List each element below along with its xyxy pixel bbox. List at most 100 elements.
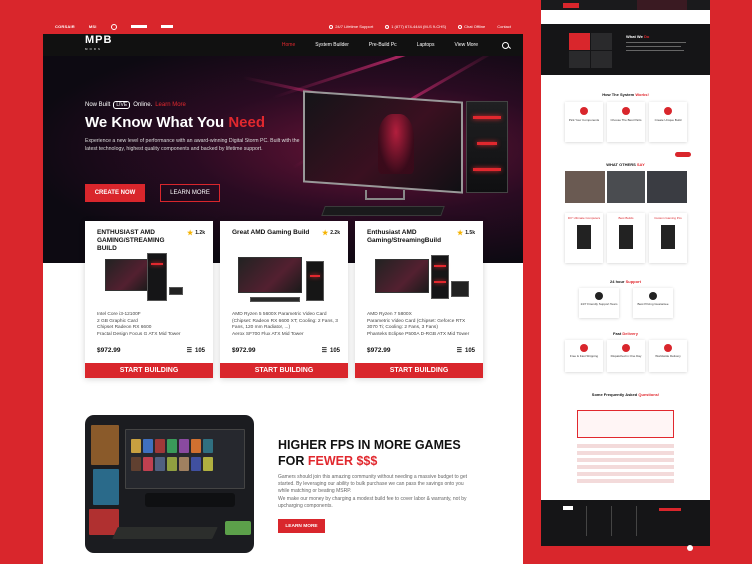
pc-tower-image bbox=[466, 101, 508, 193]
preview-video-thumb bbox=[565, 171, 605, 203]
game-cover bbox=[191, 439, 201, 453]
preview-footer-bar bbox=[541, 546, 710, 556]
preview-build-card: DIY Ultimate Computers bbox=[565, 213, 603, 263]
preview-faq-title: Some Frequently Asked Questions! bbox=[591, 392, 660, 397]
rgb-light bbox=[434, 281, 446, 283]
top-bar: CORSAIR MSI 24/7 Lifetime Support 1 (877… bbox=[43, 19, 523, 34]
product-price: $972.99 bbox=[232, 347, 256, 354]
nav-home[interactable]: Home bbox=[282, 42, 295, 48]
monitor-image bbox=[105, 259, 149, 291]
product-card: Enthusiast AMD Gaming/StreamingBuild ★ 1.… bbox=[355, 221, 483, 378]
chat-link[interactable]: Chat Offline bbox=[458, 24, 485, 29]
preview-footer-column bbox=[636, 506, 648, 536]
game-cover bbox=[167, 457, 177, 471]
build-icon bbox=[664, 107, 672, 115]
preview-tower bbox=[661, 225, 675, 249]
component-box bbox=[169, 287, 183, 295]
fps-heading: HIGHER FPS IN MORE GAMES FOR FEWER $$$ bbox=[278, 438, 461, 468]
live-badge: LIVE bbox=[113, 101, 131, 109]
preview-tile bbox=[591, 51, 612, 68]
star-icon: ★ bbox=[456, 230, 464, 237]
price-tag-icon bbox=[649, 292, 657, 300]
preview-text-line bbox=[626, 46, 681, 47]
product-image bbox=[97, 251, 201, 309]
game-cover bbox=[131, 457, 141, 471]
game-character-art bbox=[378, 114, 414, 174]
game-cover bbox=[93, 469, 119, 505]
partner-brand-logo bbox=[110, 23, 117, 30]
preview-build-card: Best Builds bbox=[607, 213, 645, 263]
dispatch-icon bbox=[622, 344, 630, 352]
fps-description: Gamers should join this amazing communit… bbox=[278, 474, 467, 509]
star-icon: ★ bbox=[186, 230, 194, 237]
game-cover bbox=[167, 439, 177, 453]
keyboard-image bbox=[321, 206, 445, 216]
product-price: $972.99 bbox=[367, 347, 391, 354]
game-cover bbox=[143, 457, 153, 471]
product-card: ENTHUSIAST AMD GAMING/STREAMING BUILD ★ 1… bbox=[85, 221, 213, 378]
preview-footer-logo bbox=[563, 506, 573, 510]
preview-about-title: What We Do bbox=[626, 34, 650, 39]
desk bbox=[145, 493, 235, 507]
nav-pre-build-pc[interactable]: Pre-Build Pc bbox=[369, 42, 397, 48]
search-icon[interactable] bbox=[502, 41, 509, 49]
preview-faq-item bbox=[577, 472, 674, 476]
start-building-button[interactable]: START BUILDING bbox=[220, 363, 348, 378]
phone-link[interactable]: 1 (877) 674-4444 (M-S 9-CHS) bbox=[385, 24, 446, 29]
tower-image bbox=[431, 255, 449, 299]
start-building-button[interactable]: START BUILDING bbox=[355, 363, 483, 378]
main-page-mockup: CORSAIR MSI 24/7 Lifetime Support 1 (877… bbox=[43, 19, 523, 564]
fps-learn-more-button[interactable]: LEARN MORE bbox=[278, 519, 325, 533]
rgb-light bbox=[310, 275, 320, 277]
preview-video-thumb bbox=[607, 171, 645, 203]
learn-more-link[interactable]: Learn More bbox=[155, 102, 186, 108]
create-now-button[interactable]: CREATE NOW bbox=[85, 184, 145, 202]
start-building-button[interactable]: START BUILDING bbox=[85, 363, 213, 378]
partner-brand-logo bbox=[160, 24, 173, 29]
product-image bbox=[367, 251, 471, 309]
preview-social-icons bbox=[659, 508, 681, 511]
product-rating: ★ 1.2k bbox=[186, 230, 205, 237]
nav-view-more[interactable]: View More bbox=[454, 42, 478, 48]
preview-faq-item bbox=[577, 479, 674, 483]
preview-video-thumb bbox=[647, 171, 687, 203]
preview-support-title: 24 hour Support bbox=[610, 279, 641, 284]
list-icon: ☰ bbox=[456, 348, 462, 354]
preview-image bbox=[637, 0, 687, 10]
nav-laptops[interactable]: Laptops bbox=[417, 42, 435, 48]
rgb-light bbox=[473, 116, 501, 119]
game-cover bbox=[191, 457, 201, 471]
shipping-icon bbox=[580, 344, 588, 352]
preview-footer-column bbox=[586, 506, 598, 536]
preview-footer-column bbox=[611, 506, 623, 536]
preview-how-card: Create Unique Build bbox=[649, 102, 687, 142]
game-cover bbox=[155, 439, 165, 453]
keyboard-image bbox=[250, 297, 300, 302]
preview-how-card: Choose The Best Parts bbox=[607, 102, 645, 142]
product-card: Great AMD Gaming Build ★ 2.2k AMD Ryzen 5… bbox=[220, 221, 348, 378]
preview-delivery-card: Worldwide Delivery bbox=[649, 340, 687, 372]
preview-faq-item bbox=[577, 444, 674, 448]
site-logo[interactable]: MPB MODS bbox=[85, 35, 112, 54]
hero-title: We Know What You Need bbox=[85, 114, 266, 131]
phone-icon bbox=[385, 24, 390, 29]
support-link[interactable]: 24/7 Lifetime Support bbox=[329, 24, 373, 29]
product-title: ENTHUSIAST AMD GAMING/STREAMING BUILD bbox=[97, 229, 165, 252]
product-rating: ★ 2.2k bbox=[321, 230, 340, 237]
full-page-preview: What We Do How The System Works! Pick Yo… bbox=[541, 0, 710, 556]
preview-button bbox=[563, 3, 579, 8]
preview-faq-expanded bbox=[577, 410, 674, 438]
contact-link[interactable]: Contact bbox=[497, 24, 511, 29]
keyboard-image bbox=[112, 527, 218, 539]
learn-more-button[interactable]: LEARN MORE bbox=[160, 184, 220, 202]
game-library-image bbox=[85, 415, 254, 553]
product-title: Enthusiast AMD Gaming/StreamingBuild bbox=[367, 229, 442, 244]
product-specs: AMD Ryzen 5 5600X Parametric Video Card … bbox=[232, 312, 338, 337]
game-cover bbox=[143, 439, 153, 453]
headset-icon bbox=[595, 292, 603, 300]
hero-subtitle: Now Built LIVE Online. Learn More bbox=[85, 101, 186, 109]
preview-faq-item bbox=[577, 451, 674, 455]
scroll-top-icon[interactable] bbox=[687, 545, 693, 551]
nav-system-builder[interactable]: System Builder bbox=[315, 42, 349, 48]
rgb-light bbox=[473, 168, 501, 171]
